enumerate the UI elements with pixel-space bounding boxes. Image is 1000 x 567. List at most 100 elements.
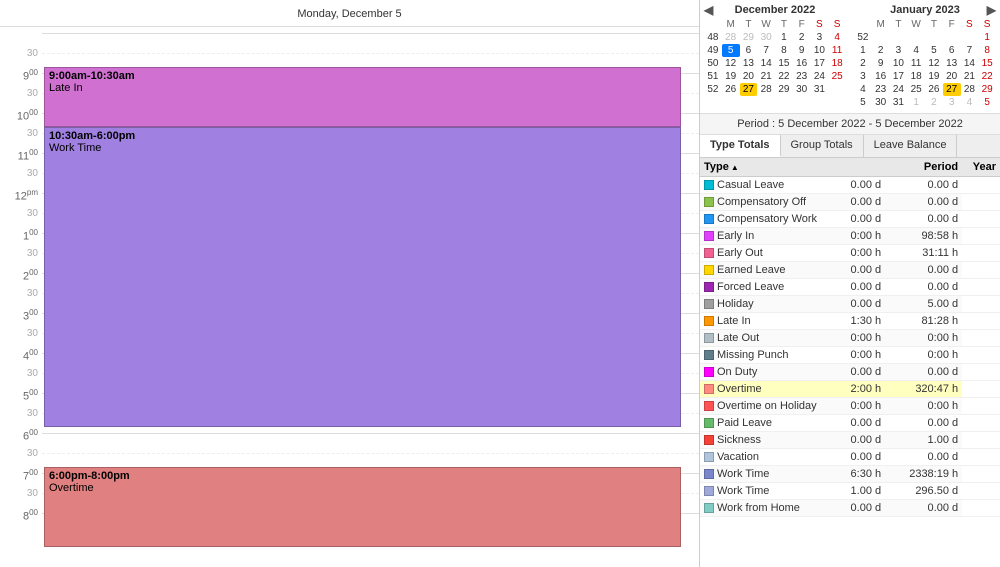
tab-type-totals[interactable]: Type Totals xyxy=(700,135,781,157)
mini-cal-day[interactable]: 2 xyxy=(925,96,943,109)
mini-cal-day[interactable]: 5 xyxy=(978,96,996,109)
weekday-header: T xyxy=(890,18,908,31)
mini-cal-day[interactable]: 5 xyxy=(925,44,943,57)
mini-cal-day[interactable]: 7 xyxy=(757,44,775,57)
mini-cal-day[interactable]: 4 xyxy=(961,96,979,109)
mini-cal-day[interactable]: 6 xyxy=(740,44,758,57)
mini-cal-day[interactable]: 3 xyxy=(811,31,829,44)
mini-cal-day[interactable]: 18 xyxy=(907,70,925,83)
mini-cal-day[interactable]: 14 xyxy=(757,57,775,70)
mini-cal-day[interactable] xyxy=(890,31,908,44)
mini-cal-day[interactable]: 4 xyxy=(907,44,925,57)
tabs-container: Type TotalsGroup TotalsLeave Balance xyxy=(700,135,1000,158)
mini-cal-day[interactable]: 28 xyxy=(961,83,979,96)
mini-cal-day[interactable]: 11 xyxy=(907,57,925,70)
mini-cal-day[interactable]: 3 xyxy=(890,44,908,57)
mini-cal-day[interactable] xyxy=(943,31,961,44)
mini-cal-day[interactable]: 31 xyxy=(890,96,908,109)
type-label: Forced Leave xyxy=(700,279,847,296)
mini-cal-day[interactable]: 23 xyxy=(793,70,811,83)
time-text: 900 xyxy=(0,67,42,83)
mini-cal-day[interactable]: 29 xyxy=(978,83,996,96)
mini-cal-day[interactable]: 11 xyxy=(828,44,846,57)
mini-cal-day[interactable]: 1 xyxy=(775,31,793,44)
mini-cal-day[interactable]: 22 xyxy=(775,70,793,83)
time-text: 600 xyxy=(0,427,42,443)
mini-cal-day[interactable] xyxy=(961,31,979,44)
mini-cal-day[interactable]: 9 xyxy=(793,44,811,57)
mini-cal-day[interactable]: 17 xyxy=(890,70,908,83)
hour-line xyxy=(42,473,699,474)
mini-cal-day[interactable]: 30 xyxy=(872,96,890,109)
half-time-text: 30 xyxy=(0,447,42,459)
mini-cal-day[interactable]: 7 xyxy=(961,44,979,57)
mini-cal-day[interactable]: 24 xyxy=(811,70,829,83)
mini-cal-day[interactable]: 27 xyxy=(943,83,961,96)
mini-cal-day[interactable]: 27 xyxy=(740,83,758,96)
right-panel: ◀December 2022MTWTFSS4828293012344956789… xyxy=(700,0,1000,567)
mini-cal-day[interactable]: 30 xyxy=(793,83,811,96)
december-calendar[interactable]: ◀December 2022MTWTFSS4828293012344956789… xyxy=(700,4,850,109)
mini-cal-day[interactable]: 12 xyxy=(925,57,943,70)
mini-cal-day[interactable]: 28 xyxy=(722,31,740,44)
mini-cal-day[interactable]: 28 xyxy=(757,83,775,96)
mini-cal-day[interactable]: 22 xyxy=(978,70,996,83)
mini-cal-day[interactable]: 1 xyxy=(907,96,925,109)
half-time-text: 30 xyxy=(0,327,42,339)
mini-cal-day[interactable]: 14 xyxy=(961,57,979,70)
mini-cal-day[interactable]: 30 xyxy=(757,31,775,44)
mini-cal-day[interactable]: 12 xyxy=(722,57,740,70)
mini-cal-day[interactable]: 16 xyxy=(793,57,811,70)
mini-cal-day[interactable]: 26 xyxy=(925,83,943,96)
mini-cal-day[interactable]: 3 xyxy=(943,96,961,109)
mini-cal-day[interactable]: 15 xyxy=(775,57,793,70)
tab-group-totals[interactable]: Group Totals xyxy=(781,135,864,157)
mini-cal-day[interactable]: 2 xyxy=(793,31,811,44)
january-calendar[interactable]: January 2023▶MTWTFSS52112345678291011121… xyxy=(850,4,1000,109)
mini-cal-day[interactable]: 29 xyxy=(775,83,793,96)
mini-cal-day[interactable]: 26 xyxy=(722,83,740,96)
mini-cal-day[interactable]: 9 xyxy=(872,57,890,70)
time-text: 700 xyxy=(0,467,42,483)
mini-cal-day[interactable]: 6 xyxy=(943,44,961,57)
mini-cal-day[interactable]: 8 xyxy=(978,44,996,57)
mini-cal-day[interactable]: 19 xyxy=(722,70,740,83)
tab-leave-balance[interactable]: Leave Balance xyxy=(864,135,958,157)
mini-cal-day[interactable]: 21 xyxy=(961,70,979,83)
mini-cal-day[interactable]: 13 xyxy=(740,57,758,70)
mini-cal-day[interactable]: 31 xyxy=(811,83,829,96)
time-text: 800 xyxy=(0,507,42,523)
mini-cal-day[interactable]: 4 xyxy=(828,31,846,44)
prev-month-arrow[interactable]: ◀ xyxy=(704,3,713,17)
mini-cal-day[interactable]: 10 xyxy=(890,57,908,70)
mini-cal-day[interactable]: 15 xyxy=(978,57,996,70)
next-month-arrow[interactable]: ▶ xyxy=(987,3,996,17)
mini-cal-day[interactable]: 29 xyxy=(740,31,758,44)
mini-cal-day[interactable]: 5 xyxy=(722,44,740,57)
mini-cal-title: January 2023 xyxy=(890,4,960,16)
mini-cal-day[interactable]: 23 xyxy=(872,83,890,96)
mini-cal-day[interactable] xyxy=(828,83,846,96)
mini-cal-day[interactable]: 17 xyxy=(811,57,829,70)
mini-cal-day[interactable]: 20 xyxy=(943,70,961,83)
mini-cal-day[interactable]: 25 xyxy=(907,83,925,96)
type-year: 98:58 h xyxy=(893,228,962,245)
mini-cal-day[interactable]: 18 xyxy=(828,57,846,70)
mini-cal-day[interactable]: 13 xyxy=(943,57,961,70)
mini-cal-day[interactable]: 16 xyxy=(872,70,890,83)
mini-cal-day[interactable]: 8 xyxy=(775,44,793,57)
mini-cal-day[interactable] xyxy=(925,31,943,44)
data-table-wrap[interactable]: Type▲ Period Year Casual Leave 0.00 d 0.… xyxy=(700,158,1000,567)
mini-cal-day[interactable]: 24 xyxy=(890,83,908,96)
mini-cal-day[interactable]: 21 xyxy=(757,70,775,83)
mini-cal-day[interactable]: 25 xyxy=(828,70,846,83)
calendar-body[interactable]: 30 900 30 1000 30 1100 30 12pm 30 100 30 xyxy=(0,27,699,567)
mini-cal-day[interactable]: 2 xyxy=(872,44,890,57)
mini-cal-day[interactable]: 19 xyxy=(925,70,943,83)
mini-cal-day[interactable] xyxy=(907,31,925,44)
mini-cal-day[interactable]: 1 xyxy=(978,31,996,44)
mini-cal-day[interactable]: 10 xyxy=(811,44,829,57)
mini-cal-day[interactable] xyxy=(872,31,890,44)
table-row: Late In 1:30 h 81:28 h xyxy=(700,313,1000,330)
mini-cal-day[interactable]: 20 xyxy=(740,70,758,83)
